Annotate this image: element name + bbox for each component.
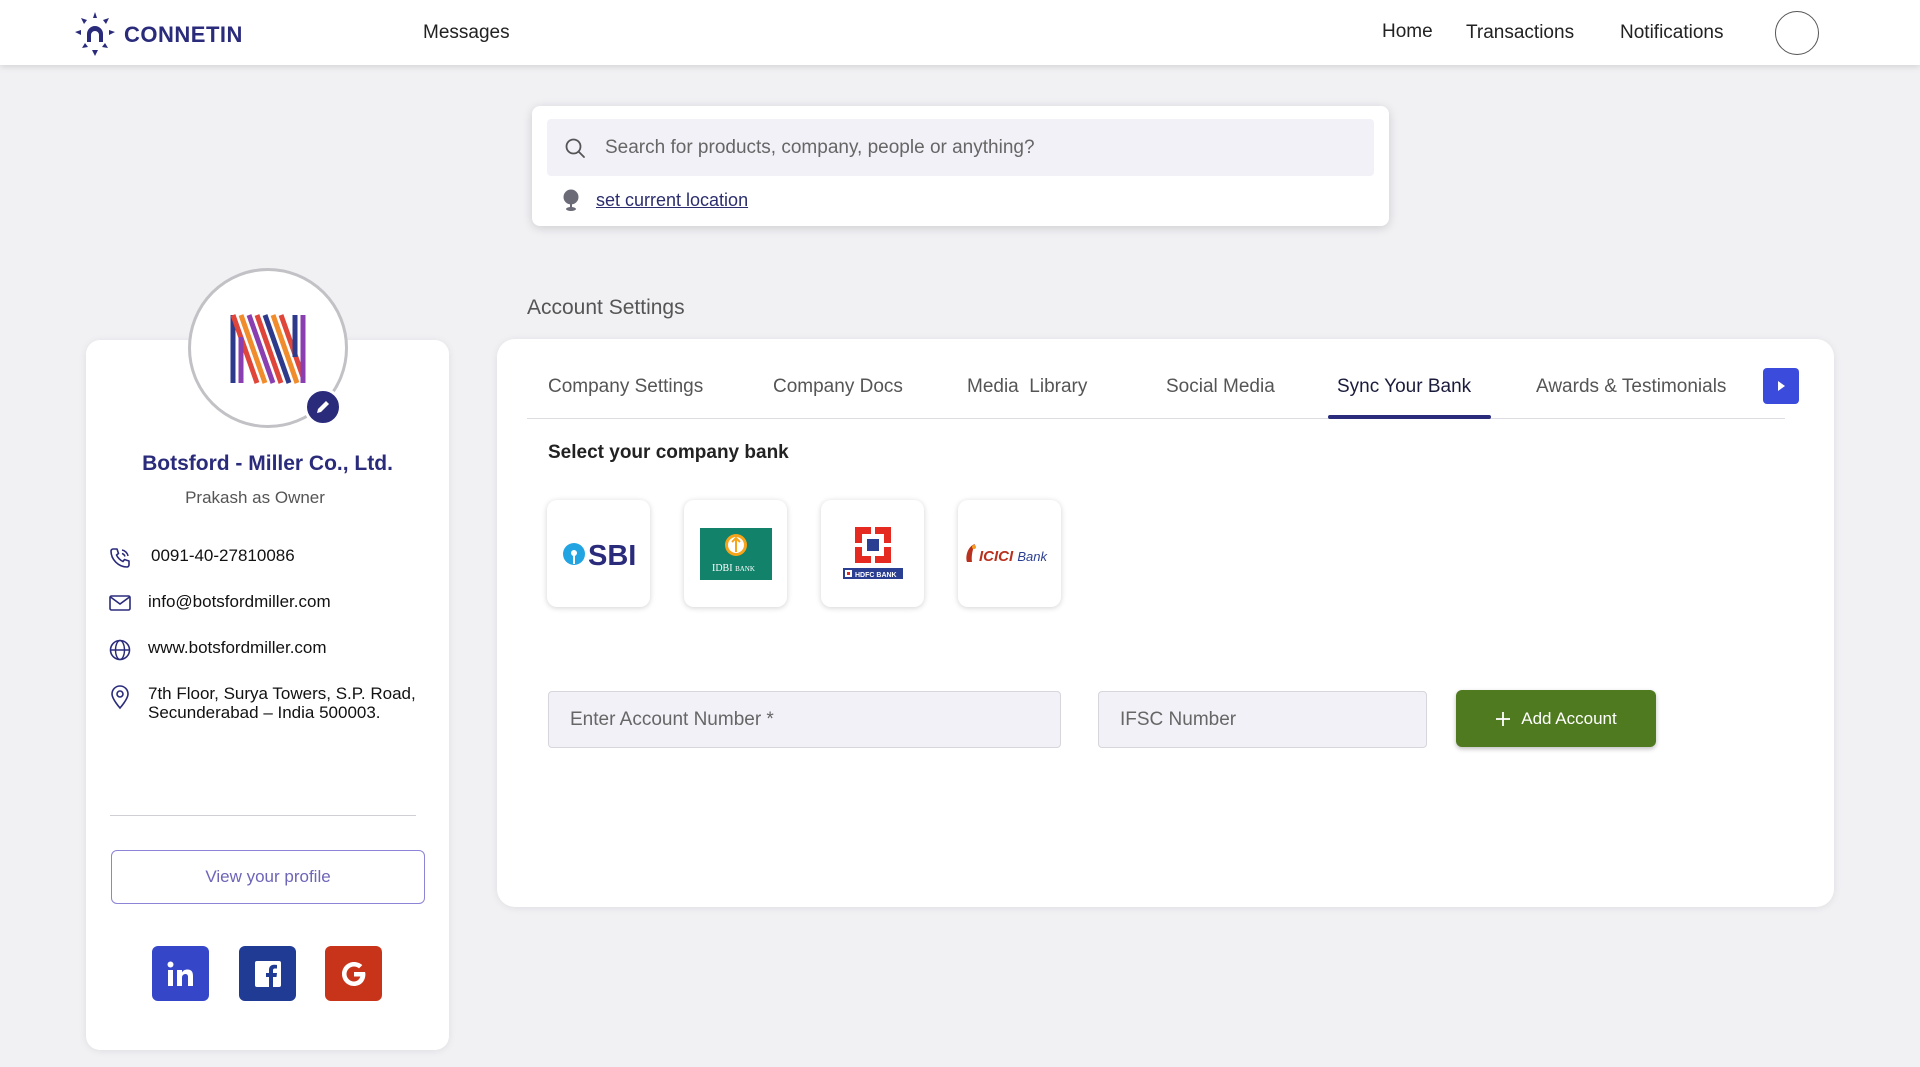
- owner-line: Prakash as Owner: [185, 488, 325, 507]
- company-logo-icon: [230, 314, 306, 384]
- connetin-logo-icon: [75, 12, 115, 56]
- icici-logo-text: ICICI: [979, 548, 1014, 565]
- icici-logo-subtext: Bank: [1017, 549, 1048, 564]
- contact-phone[interactable]: 0091-40-27810086: [108, 546, 295, 570]
- icici-logo-icon: ICICI Bank: [965, 543, 1048, 565]
- mail-icon: [109, 595, 131, 611]
- tab-awards-testimonials[interactable]: Awards & Testimonials: [1536, 376, 1726, 398]
- contact-website[interactable]: www.botsfordmiller.com: [108, 638, 327, 662]
- add-account-button[interactable]: Add Account: [1456, 690, 1656, 747]
- map-pin-icon: [111, 685, 129, 710]
- linkedin-icon: [167, 961, 193, 986]
- chevron-right-icon: [1778, 381, 1785, 391]
- pencil-icon: [317, 401, 329, 413]
- bank-section-heading: Select your company bank: [548, 442, 789, 463]
- phone-number: 0091-40-27810086: [151, 546, 295, 565]
- ifsc-number-input[interactable]: [1098, 691, 1427, 748]
- tab-media-library[interactable]: Media Library: [967, 376, 1087, 398]
- settings-tabs: Company Settings Company Docs Media Libr…: [527, 370, 1785, 419]
- tab-company-settings[interactable]: Company Settings: [548, 376, 703, 398]
- globe-icon: [109, 639, 131, 661]
- svg-text:IDBI BANK: IDBI BANK: [712, 563, 755, 574]
- tab-social-media[interactable]: Social Media: [1166, 376, 1275, 398]
- contact-email[interactable]: info@botsfordmiller.com: [108, 592, 331, 614]
- email-address: info@botsfordmiller.com: [148, 592, 331, 611]
- hdfc-logo-text: HDFC BANK: [855, 572, 897, 579]
- bank-option-idbi[interactable]: IDBI BANK: [684, 500, 787, 607]
- hdfc-logo-icon: HDFC BANK: [842, 526, 903, 579]
- bank-option-hdfc[interactable]: HDFC BANK: [821, 500, 924, 607]
- tab-sync-your-bank[interactable]: Sync Your Bank: [1337, 376, 1471, 398]
- search-input[interactable]: [605, 136, 1345, 159]
- svg-text:ICICI Bank: ICICI Bank: [979, 548, 1048, 565]
- search-bar[interactable]: [547, 119, 1374, 176]
- tab-company-docs[interactable]: Company Docs: [773, 376, 903, 398]
- google-icon: [341, 961, 365, 986]
- set-location-link[interactable]: set current location: [596, 190, 748, 211]
- edit-avatar-button[interactable]: [304, 388, 342, 426]
- address-line-1: 7th Floor, Surya Towers, S.P. Road,: [148, 684, 416, 703]
- tabs-next-button[interactable]: [1763, 368, 1799, 404]
- plus-icon: [1496, 711, 1511, 726]
- profile-divider: [110, 815, 416, 816]
- nav-notifications[interactable]: Notifications: [1620, 22, 1724, 44]
- bank-option-sbi[interactable]: SBI: [547, 500, 650, 607]
- idbi-logo-icon: IDBI BANK: [699, 527, 772, 580]
- brand-logo[interactable]: CONNETIN: [70, 10, 243, 60]
- address-line-2: Secunderabad – India 500003.: [148, 703, 381, 722]
- search-icon: [565, 138, 585, 158]
- location-pin-icon: [563, 189, 579, 211]
- view-profile-button[interactable]: View your profile: [111, 850, 425, 904]
- website-url: www.botsfordmiller.com: [148, 638, 327, 657]
- add-account-label: Add Account: [1521, 708, 1617, 728]
- linkedin-button[interactable]: [152, 946, 209, 1001]
- contact-address: 7th Floor, Surya Towers, S.P. Road, Secu…: [108, 684, 416, 722]
- nav-home[interactable]: Home: [1382, 21, 1433, 43]
- active-tab-indicator: [1328, 415, 1491, 419]
- phone-icon: [110, 548, 130, 568]
- nav-transactions[interactable]: Transactions: [1466, 22, 1574, 44]
- brand-name: CONNETIN: [124, 22, 243, 47]
- idbi-logo-text: IDBI: [712, 563, 733, 574]
- sbi-logo-text: SBI: [588, 540, 636, 570]
- account-settings-card: [497, 339, 1834, 907]
- facebook-icon: [254, 960, 281, 987]
- top-navbar: CONNETIN Messages Home Transactions Noti…: [0, 0, 1920, 65]
- nav-messages[interactable]: Messages: [423, 22, 510, 44]
- google-button[interactable]: [325, 946, 382, 1001]
- bank-option-icici[interactable]: ICICI Bank: [958, 500, 1061, 607]
- search-card: set current location: [532, 106, 1389, 226]
- facebook-button[interactable]: [239, 946, 296, 1001]
- sbi-logo-icon: SBI: [562, 540, 636, 570]
- company-name: Botsford - Miller Co., Ltd.: [142, 452, 393, 475]
- user-avatar[interactable]: [1775, 11, 1819, 55]
- address-text: 7th Floor, Surya Towers, S.P. Road, Secu…: [148, 684, 416, 722]
- idbi-logo-subtext: BANK: [735, 565, 755, 573]
- location-row: set current location: [562, 188, 748, 212]
- account-number-input[interactable]: [548, 691, 1061, 748]
- page-title: Account Settings: [527, 296, 685, 319]
